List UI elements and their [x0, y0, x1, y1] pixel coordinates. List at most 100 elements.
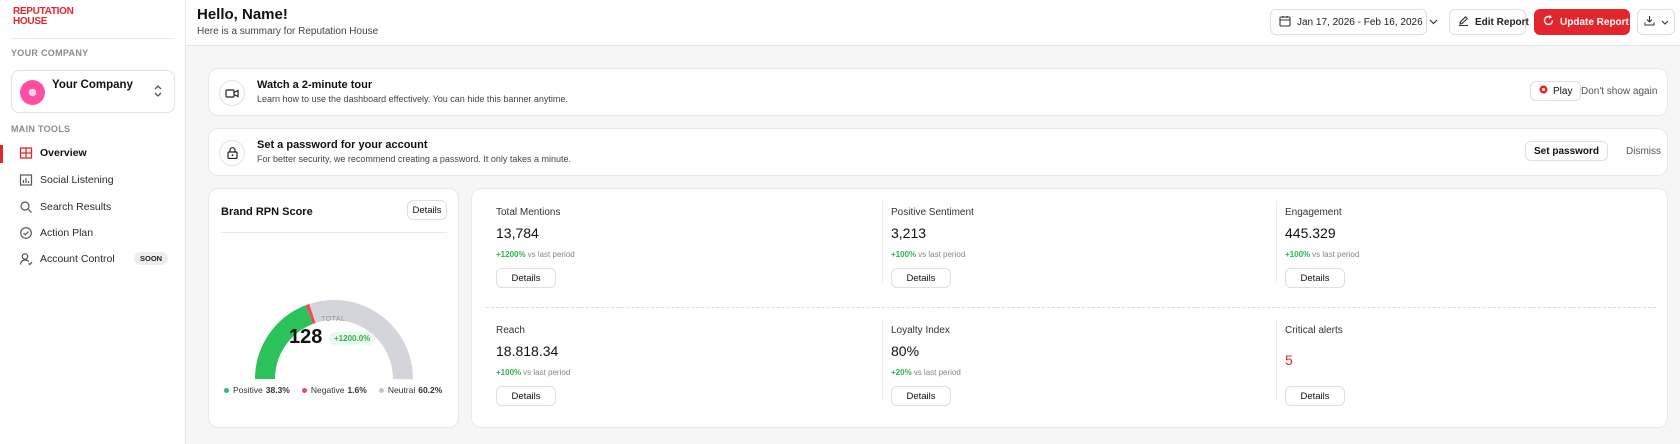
play-label: Play	[1553, 85, 1573, 97]
total-label: TOTAL	[321, 316, 346, 323]
sidebar-item-label: Action Plan	[40, 227, 94, 239]
metric-change: +100% vs last period	[891, 250, 965, 259]
calendar-icon	[1279, 15, 1291, 30]
total-value: 128	[289, 326, 323, 348]
metric-value: 445.329	[1285, 225, 1336, 241]
metric-change: +100% vs last period	[1285, 250, 1359, 259]
chart-icon	[19, 173, 33, 187]
row-divider	[486, 307, 1656, 308]
legend-value: 38.3%	[265, 385, 290, 395]
metric-details-button[interactable]: Details	[1285, 268, 1345, 288]
metric-reach: Reach 18.818.34 +100% vs last period Deta…	[496, 325, 836, 425]
metric-title: Engagement	[1285, 207, 1342, 218]
divider	[221, 232, 447, 233]
sidebar: REPUTATION HOUSE YOUR COMPANY Your Compa…	[0, 0, 186, 444]
metric-loyalty-index: Loyalty Index 80% +20% vs last period Det…	[882, 319, 1231, 425]
sidebar-item-label: Overview	[40, 147, 87, 159]
metric-title: Total Mentions	[496, 207, 561, 218]
metric-engagement: Engagement 445.329 +100% vs last period D…	[1276, 201, 1625, 307]
banner-text: Learn how to use the dashboard effective…	[257, 94, 568, 104]
banner-title: Set a password for your account	[257, 139, 428, 151]
sidebar-item-overview[interactable]: Overview	[0, 142, 186, 166]
legend-label: Negative	[310, 385, 345, 395]
metric-details-button[interactable]: Details	[1285, 386, 1345, 406]
logo-line-2: HOUSE	[13, 16, 48, 27]
search-icon	[19, 200, 33, 214]
metric-value: 5	[1285, 352, 1293, 368]
update-report-button[interactable]: Update Report	[1534, 9, 1630, 35]
column-divider	[882, 319, 883, 401]
company-avatar	[20, 80, 45, 105]
sidebar-item-action-plan[interactable]: Action Plan	[0, 222, 186, 246]
dont-show-again-link[interactable]: Don't show again	[1581, 86, 1657, 97]
total-change-badge: +1200.0%	[329, 332, 376, 345]
metrics-card: Total Mentions 13,784 +1200% vs last peri…	[471, 188, 1668, 428]
legend-value: 60.2%	[418, 385, 443, 395]
legend-dot	[301, 388, 307, 394]
company-selector[interactable]: Your Company	[11, 70, 175, 113]
legend-neutral: Neutral 60.2%	[378, 385, 443, 395]
metric-positive-sentiment: Positive Sentiment 3,213 +100% vs last pe…	[882, 201, 1231, 307]
change-value: +20%	[891, 368, 912, 377]
metric-details-button[interactable]: Details	[496, 386, 556, 406]
change-suffix: vs last period	[1312, 250, 1360, 259]
metric-value: 18.818.34	[496, 343, 559, 359]
dismiss-link[interactable]: Dismiss	[1626, 146, 1661, 157]
sidebar-item-social-listening[interactable]: Social Listening	[0, 169, 186, 193]
record-icon	[1539, 85, 1548, 97]
column-divider	[1276, 201, 1277, 283]
lock-icon	[219, 140, 245, 166]
column-divider	[1276, 319, 1277, 401]
refresh-icon	[1543, 15, 1554, 29]
sidebar-item-label: Search Results	[40, 201, 112, 213]
metric-total-mentions: Total Mentions 13,784 +1200% vs last peri…	[496, 207, 836, 307]
metric-value: 3,213	[891, 225, 927, 241]
section-label-tools: MAIN TOOLS	[11, 124, 71, 134]
banner-title: Watch a 2-minute tour	[257, 79, 373, 91]
chevron-down-icon	[1429, 17, 1438, 28]
set-password-button[interactable]: Set password	[1525, 141, 1609, 161]
metric-details-button[interactable]: Details	[891, 386, 951, 406]
page-subtitle: Here is a summary for Reputation House	[197, 26, 379, 37]
metric-value: 80%	[891, 343, 920, 359]
metric-change: +20% vs last period	[891, 368, 961, 377]
logo[interactable]: REPUTATION HOUSE	[13, 7, 83, 27]
update-report-label: Update Report	[1560, 16, 1629, 28]
chevron-down-icon	[1661, 17, 1669, 28]
legend-positive: Positive 38.3%	[224, 385, 290, 395]
change-value: +100%	[891, 250, 917, 259]
legend-label: Positive	[233, 385, 263, 395]
sidebar-item-label: Account Control	[40, 253, 115, 265]
metric-title: Positive Sentiment	[891, 207, 974, 218]
pencil-icon	[1458, 15, 1469, 29]
metric-critical-alerts: Critical alerts 5 Details	[1276, 319, 1625, 425]
edit-report-label: Edit Report	[1475, 16, 1529, 28]
page-title: Hello, Name!	[197, 6, 288, 23]
legend-label: Neutral	[387, 385, 416, 395]
check-circle-icon	[19, 226, 33, 240]
metric-title: Critical alerts	[1285, 325, 1343, 336]
metric-details-button[interactable]: Details	[891, 268, 951, 288]
section-label-company: YOUR COMPANY	[11, 48, 89, 58]
header: Hello, Name! Here is a summary for Reput…	[186, 0, 1680, 46]
date-range-picker[interactable]: Jan 17, 2026 - Feb 16, 2026	[1270, 9, 1438, 35]
sidebar-item-label: Social Listening	[40, 174, 114, 186]
grid-icon	[19, 146, 33, 160]
company-name: Your Company	[52, 79, 133, 91]
card-title: Brand RPN Score	[221, 206, 313, 218]
play-button[interactable]: Play	[1530, 81, 1582, 101]
change-suffix: vs last period	[918, 250, 966, 259]
change-value: +1200%	[496, 250, 526, 259]
metric-details-button[interactable]: Details	[496, 268, 556, 288]
chevron-up-down-icon	[154, 85, 162, 98]
download-icon	[1644, 15, 1655, 29]
rpn-details-button[interactable]: Details	[407, 200, 447, 220]
change-suffix: vs last period	[527, 250, 575, 259]
edit-report-button[interactable]: Edit Report	[1449, 9, 1529, 35]
sidebar-item-account-control[interactable]: Account Control SOON	[0, 248, 186, 272]
soon-badge: SOON	[134, 252, 169, 265]
sidebar-item-search-results[interactable]: Search Results	[0, 196, 186, 220]
legend-dot	[224, 388, 229, 394]
change-value: +100%	[1285, 250, 1311, 259]
download-menu-button[interactable]	[1637, 9, 1675, 35]
